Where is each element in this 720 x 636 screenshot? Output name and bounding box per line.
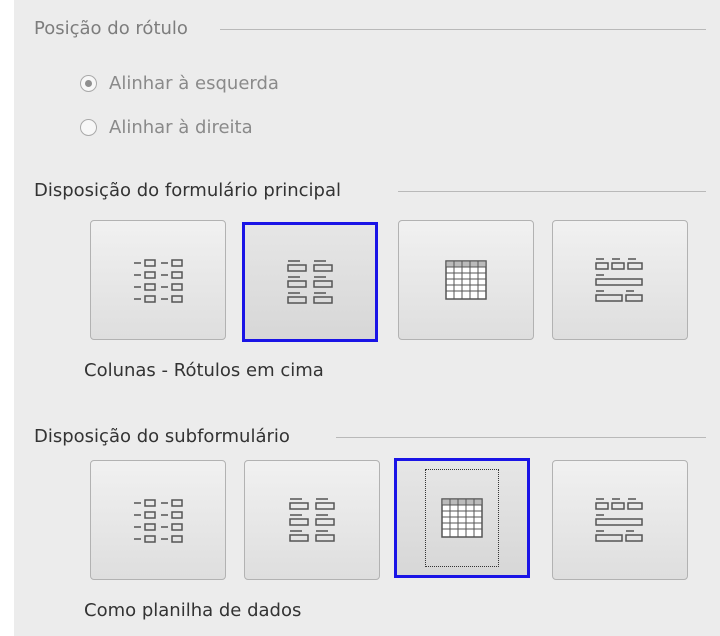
main-layout-blocks-labels-top-button[interactable] (552, 220, 688, 340)
main-form-layout-group-title: Disposição do formulário principal (34, 180, 706, 201)
group-divider (220, 28, 706, 30)
main-layout-datasheet-button[interactable] (398, 220, 534, 340)
radio-button-icon[interactable] (80, 119, 97, 136)
radio-checked-dot (85, 80, 92, 87)
main-layout-columns-labels-top-button[interactable] (242, 222, 378, 342)
columns-labels-top-icon (289, 498, 335, 542)
radio-label-align-left: Alinhar à esquerda (109, 73, 279, 94)
focus-rectangle (425, 469, 499, 567)
main-layout-selected-caption: Colunas - Rótulos em cima (84, 360, 324, 381)
main-layout-columns-labels-left-button[interactable] (90, 220, 226, 340)
sub-layout-columns-labels-left-button[interactable] (90, 460, 226, 580)
group-divider (336, 436, 706, 438)
datasheet-icon (445, 260, 487, 300)
columns-labels-left-icon (134, 259, 183, 303)
group-divider (398, 190, 706, 192)
radio-align-left[interactable]: Alinhar à esquerda (80, 73, 279, 94)
subform-layout-group-title: Disposição do subformulário (34, 426, 706, 447)
blocks-labels-top-icon (595, 498, 643, 542)
sub-layout-blocks-labels-top-button[interactable] (552, 460, 688, 580)
sub-layout-datasheet-button[interactable] (394, 458, 530, 578)
label-position-group-title: Posição do rótulo (34, 18, 706, 39)
columns-labels-top-icon (287, 260, 333, 304)
sub-layout-columns-labels-top-button[interactable] (244, 460, 380, 580)
datasheet-icon (441, 498, 483, 538)
radio-button-icon[interactable] (80, 75, 97, 92)
sub-layout-selected-caption: Como planilha de dados (84, 600, 302, 621)
radio-label-align-right: Alinhar à direita (109, 117, 253, 138)
columns-labels-left-icon (134, 499, 183, 543)
blocks-labels-top-icon (595, 258, 643, 302)
radio-align-right[interactable]: Alinhar à direita (80, 117, 253, 138)
